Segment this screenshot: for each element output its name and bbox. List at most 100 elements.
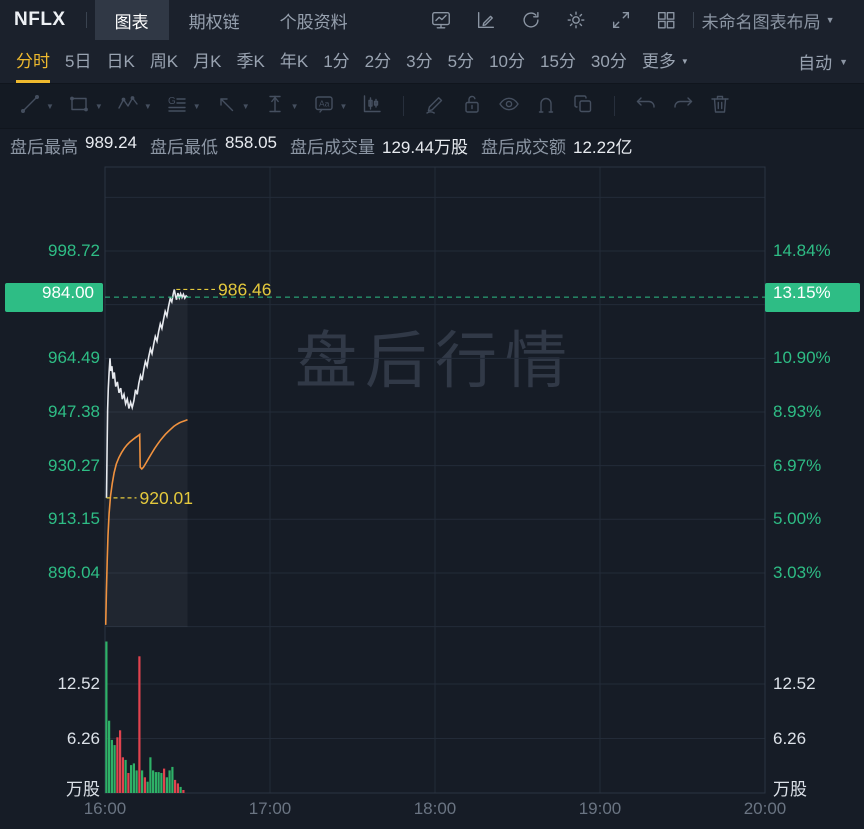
time-axis-label: 20:00 (743, 799, 787, 818)
after-hours-stats: 盘后最高 989.24 盘后最低 858.05 盘后成交量 129.44万股 盘后成交额 12… (0, 129, 864, 162)
tf-1m-label: 1分 (323, 52, 350, 71)
divider (692, 12, 694, 28)
after-hours-turnover-label: 盘后成交额 (481, 138, 566, 157)
svg-text:Aa: Aa (319, 98, 330, 108)
after-hours-high-stat: 盘后最高 989.24 (10, 133, 137, 158)
gann-tool[interactable]: G ▼ (165, 92, 201, 121)
percent-axis-label: 6.97% (773, 455, 822, 475)
tf-10m[interactable]: 10分 (489, 40, 525, 83)
price-range-tool[interactable]: ▼ (263, 92, 299, 121)
caret-down-icon: ▼ (46, 101, 54, 111)
redo-icon[interactable] (671, 92, 695, 121)
volume-axis-label: 6.26 (66, 728, 100, 748)
volume-axis-label: 12.52 (773, 674, 816, 693)
tf-5m[interactable]: 5分 (448, 40, 474, 83)
current-percent-badge: 13.15% (765, 282, 860, 312)
tf-day[interactable]: 日K (106, 40, 134, 83)
tf-week-label: 周K (149, 52, 179, 71)
chart-monitor-icon[interactable] (430, 9, 452, 31)
visibility-tool[interactable] (497, 92, 521, 121)
duplicate-icon[interactable] (571, 92, 595, 121)
unlock-tool[interactable] (460, 92, 484, 121)
chart-layout-menu[interactable]: 未命名图表布局 ▼ (702, 8, 835, 33)
tf-month-label: 月K (193, 52, 222, 71)
unlock-icon[interactable] (460, 92, 484, 121)
trading-app: NFLX 图表 期权链 个股资料 未命名图表布局 ▼ 分时 5日 日K 周K 月K 季K 年K 1… (0, 0, 864, 829)
volume-axis-label: 12.52 (57, 674, 100, 693)
candle-pattern-tool[interactable] (360, 92, 384, 121)
tf-2m[interactable]: 2分 (365, 40, 391, 83)
fullscreen-icon[interactable] (610, 9, 632, 31)
symbol-title: NFLX (14, 9, 66, 30)
trash-tool[interactable] (708, 92, 732, 121)
after-hours-volume-value: 129.44万股 (382, 138, 468, 157)
undo-tool[interactable] (634, 92, 658, 121)
gann-icon[interactable]: G (165, 92, 189, 121)
after-hours-volume-stat: 盘后成交量 129.44万股 (290, 133, 468, 158)
price-axis-label: 930.27 (48, 455, 100, 475)
time-axis-label: 18:00 (413, 799, 457, 818)
tf-5d[interactable]: 5日 (65, 40, 91, 83)
trend-line-tool[interactable]: ▼ (18, 92, 54, 121)
current-price-badge: 984.00 (5, 282, 103, 312)
tf-5d-label: 5日 (65, 52, 92, 71)
tf-1m[interactable]: 1分 (323, 40, 349, 83)
percent-axis-label: 14.84% (773, 241, 831, 260)
rectangle-tool[interactable]: ▼ (67, 92, 103, 121)
magnet-tool[interactable] (534, 92, 558, 121)
tf-15m-label: 15分 (539, 52, 576, 71)
text-label-tool[interactable]: Aa ▼ (312, 92, 347, 121)
percent-axis-label: 5.00% (773, 509, 822, 529)
chart-area[interactable]: 盘后行情 986.46 920.01 998.72 14.84% 964.49 10.9… (0, 162, 864, 829)
tf-15m[interactable]: 15分 (540, 40, 576, 83)
candle-pattern-icon[interactable] (360, 92, 384, 121)
settings-icon[interactable] (565, 9, 587, 31)
trash-icon[interactable] (708, 92, 732, 121)
top-tabs: 图表 期权链 个股资料 (94, 0, 368, 40)
tf-3m[interactable]: 3分 (406, 40, 432, 83)
auto-scale-menu[interactable]: 自动 ▼ (798, 49, 848, 74)
refresh-icon[interactable] (520, 9, 542, 31)
tf-year[interactable]: 年K (280, 40, 308, 83)
after-hours-turnover-value: 12.22亿 (573, 138, 633, 157)
tf-month[interactable]: 月K (193, 40, 221, 83)
wave-tool[interactable]: ▼ (116, 92, 152, 121)
tf-quarter[interactable]: 季K (237, 40, 265, 83)
time-axis-label: 19:00 (578, 799, 622, 818)
trend-line-icon[interactable] (18, 92, 42, 121)
arrow-icon[interactable] (214, 92, 238, 121)
rectangle-icon[interactable] (67, 92, 91, 121)
arrow-tool[interactable]: ▼ (214, 92, 250, 121)
redo-tool[interactable] (671, 92, 695, 121)
volume-bars (105, 641, 185, 793)
tf-week[interactable]: 周K (150, 40, 178, 83)
timeframe-bar: 分时 5日 日K 周K 月K 季K 年K 1分 2分 3分 5分 10分 15分 30分 更多 ▼ 自动 ▼ (0, 40, 864, 84)
wave-icon[interactable] (116, 92, 140, 121)
visibility-icon[interactable] (497, 92, 521, 121)
top-icons (430, 9, 677, 31)
brush-tool[interactable] (423, 92, 447, 121)
caret-down-icon: ▼ (143, 101, 152, 111)
tab-option-chain[interactable]: 期权链 (169, 0, 260, 40)
tf-intraday[interactable]: 分时 (16, 40, 50, 83)
price-range-icon[interactable] (263, 92, 287, 121)
brush-icon[interactable] (423, 92, 447, 121)
layout-grid-icon[interactable] (655, 9, 677, 31)
chart-canvas: 986.46 920.01 (104, 166, 766, 794)
toolbar-divider (403, 96, 405, 116)
duplicate-tool[interactable] (571, 92, 595, 121)
tab-chart[interactable]: 图表 (94, 0, 169, 40)
magnet-icon[interactable] (534, 92, 558, 121)
text-label-icon[interactable]: Aa (312, 92, 336, 121)
caret-down-icon: ▼ (290, 101, 299, 111)
tf-more[interactable]: 更多 ▼ (642, 40, 689, 83)
after-hours-volume-label: 盘后成交量 (290, 138, 375, 157)
edit-chart-icon[interactable] (475, 9, 497, 31)
caret-down-icon: ▼ (839, 56, 848, 67)
tab-stock-info[interactable]: 个股资料 (260, 0, 368, 40)
percent-axis-label: 8.93% (773, 402, 822, 422)
timeframe-items: 分时 5日 日K 周K 月K 季K 年K 1分 2分 3分 5分 10分 15分 30分 更多 ▼ (16, 40, 689, 83)
tf-30m[interactable]: 30分 (591, 40, 627, 83)
low-marker-label: 920.01 (140, 488, 194, 508)
undo-icon[interactable] (634, 92, 658, 121)
